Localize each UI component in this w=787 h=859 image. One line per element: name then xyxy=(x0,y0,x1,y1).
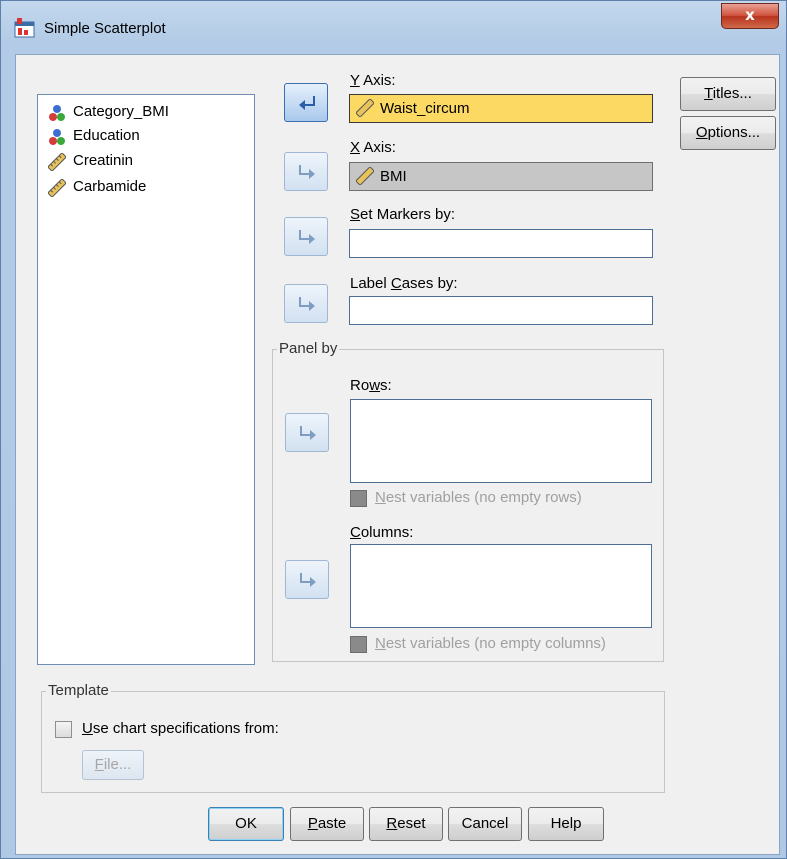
source-variable-list[interactable]: Category_BMI Education Creatinin Carbami… xyxy=(37,94,255,665)
dialog-window: Simple Scatterplot x Category_BMI Educat… xyxy=(0,0,787,859)
panel-by-group: Panel by Rows: Nest variables (no empty … xyxy=(272,340,664,662)
y-axis-label: Y Axis: xyxy=(350,72,396,89)
scale-ruler-icon xyxy=(48,179,66,197)
y-axis-value: Waist_circum xyxy=(380,100,470,117)
arrow-right-icon xyxy=(299,297,315,311)
label-cases-label: Label Cases by: xyxy=(350,275,458,292)
rows-list[interactable] xyxy=(350,399,652,483)
titles-button[interactable]: Titles... xyxy=(680,77,776,111)
set-markers-field[interactable] xyxy=(349,229,653,258)
nest-columns-checkbox[interactable] xyxy=(350,636,367,653)
help-button[interactable]: Help xyxy=(528,807,604,841)
window-title: Simple Scatterplot xyxy=(44,20,166,37)
arrow-right-icon xyxy=(300,573,316,587)
template-title: Template xyxy=(46,682,111,699)
scale-ruler-icon xyxy=(356,99,374,117)
template-group: Template Use chart specifications from: … xyxy=(41,682,665,793)
ok-button[interactable]: OK xyxy=(208,807,284,841)
arrow-right-icon xyxy=(299,230,315,244)
y-axis-move-button[interactable] xyxy=(284,83,328,122)
title-bar: Simple Scatterplot x xyxy=(1,1,787,53)
dialog-body: Category_BMI Education Creatinin Carbami… xyxy=(15,54,780,855)
rows-move-button[interactable] xyxy=(285,413,329,452)
cancel-button[interactable]: Cancel xyxy=(448,807,522,841)
use-chart-spec-label: Use chart specifications from: xyxy=(82,720,279,737)
columns-label: Columns: xyxy=(350,524,414,541)
variable-name: Category_BMI xyxy=(73,103,169,120)
set-markers-label: Set Markers by: xyxy=(350,206,456,223)
file-button[interactable]: File... xyxy=(82,750,144,780)
rows-label: Rows: xyxy=(350,377,392,394)
variable-name: Creatinin xyxy=(73,152,134,169)
panel-by-title: Panel by xyxy=(277,340,340,357)
scale-ruler-icon xyxy=(48,153,66,171)
set-markers-move-button[interactable] xyxy=(284,217,328,256)
columns-list[interactable] xyxy=(350,544,652,628)
use-chart-spec-checkbox[interactable] xyxy=(55,721,72,738)
close-button[interactable]: x xyxy=(721,3,779,29)
nominal-icon xyxy=(49,105,65,121)
y-axis-field[interactable]: Waist_circum xyxy=(349,94,653,123)
x-axis-move-button[interactable] xyxy=(284,152,328,191)
variable-name: Education xyxy=(73,127,140,144)
columns-move-button[interactable] xyxy=(285,560,329,599)
x-axis-field[interactable]: BMI xyxy=(349,162,653,191)
x-axis-label: X Axis: xyxy=(350,139,396,156)
reset-button[interactable]: Reset xyxy=(369,807,443,841)
scatterplot-app-icon xyxy=(14,18,36,38)
label-cases-field[interactable] xyxy=(349,296,653,325)
nest-rows-label: Nest variables (no empty rows) xyxy=(375,489,582,506)
variable-name: Carbamide xyxy=(73,178,147,195)
nest-columns-label: Nest variables (no empty columns) xyxy=(375,635,606,652)
paste-button[interactable]: Paste xyxy=(290,807,364,841)
arrow-right-icon xyxy=(300,426,316,440)
nominal-icon xyxy=(49,129,65,145)
options-button[interactable]: Options... xyxy=(680,116,776,150)
arrow-left-icon xyxy=(299,96,315,110)
label-cases-move-button[interactable] xyxy=(284,284,328,323)
nest-rows-checkbox[interactable] xyxy=(350,490,367,507)
x-axis-value: BMI xyxy=(380,168,407,185)
arrow-right-icon xyxy=(299,165,315,179)
scale-ruler-icon xyxy=(356,167,374,185)
